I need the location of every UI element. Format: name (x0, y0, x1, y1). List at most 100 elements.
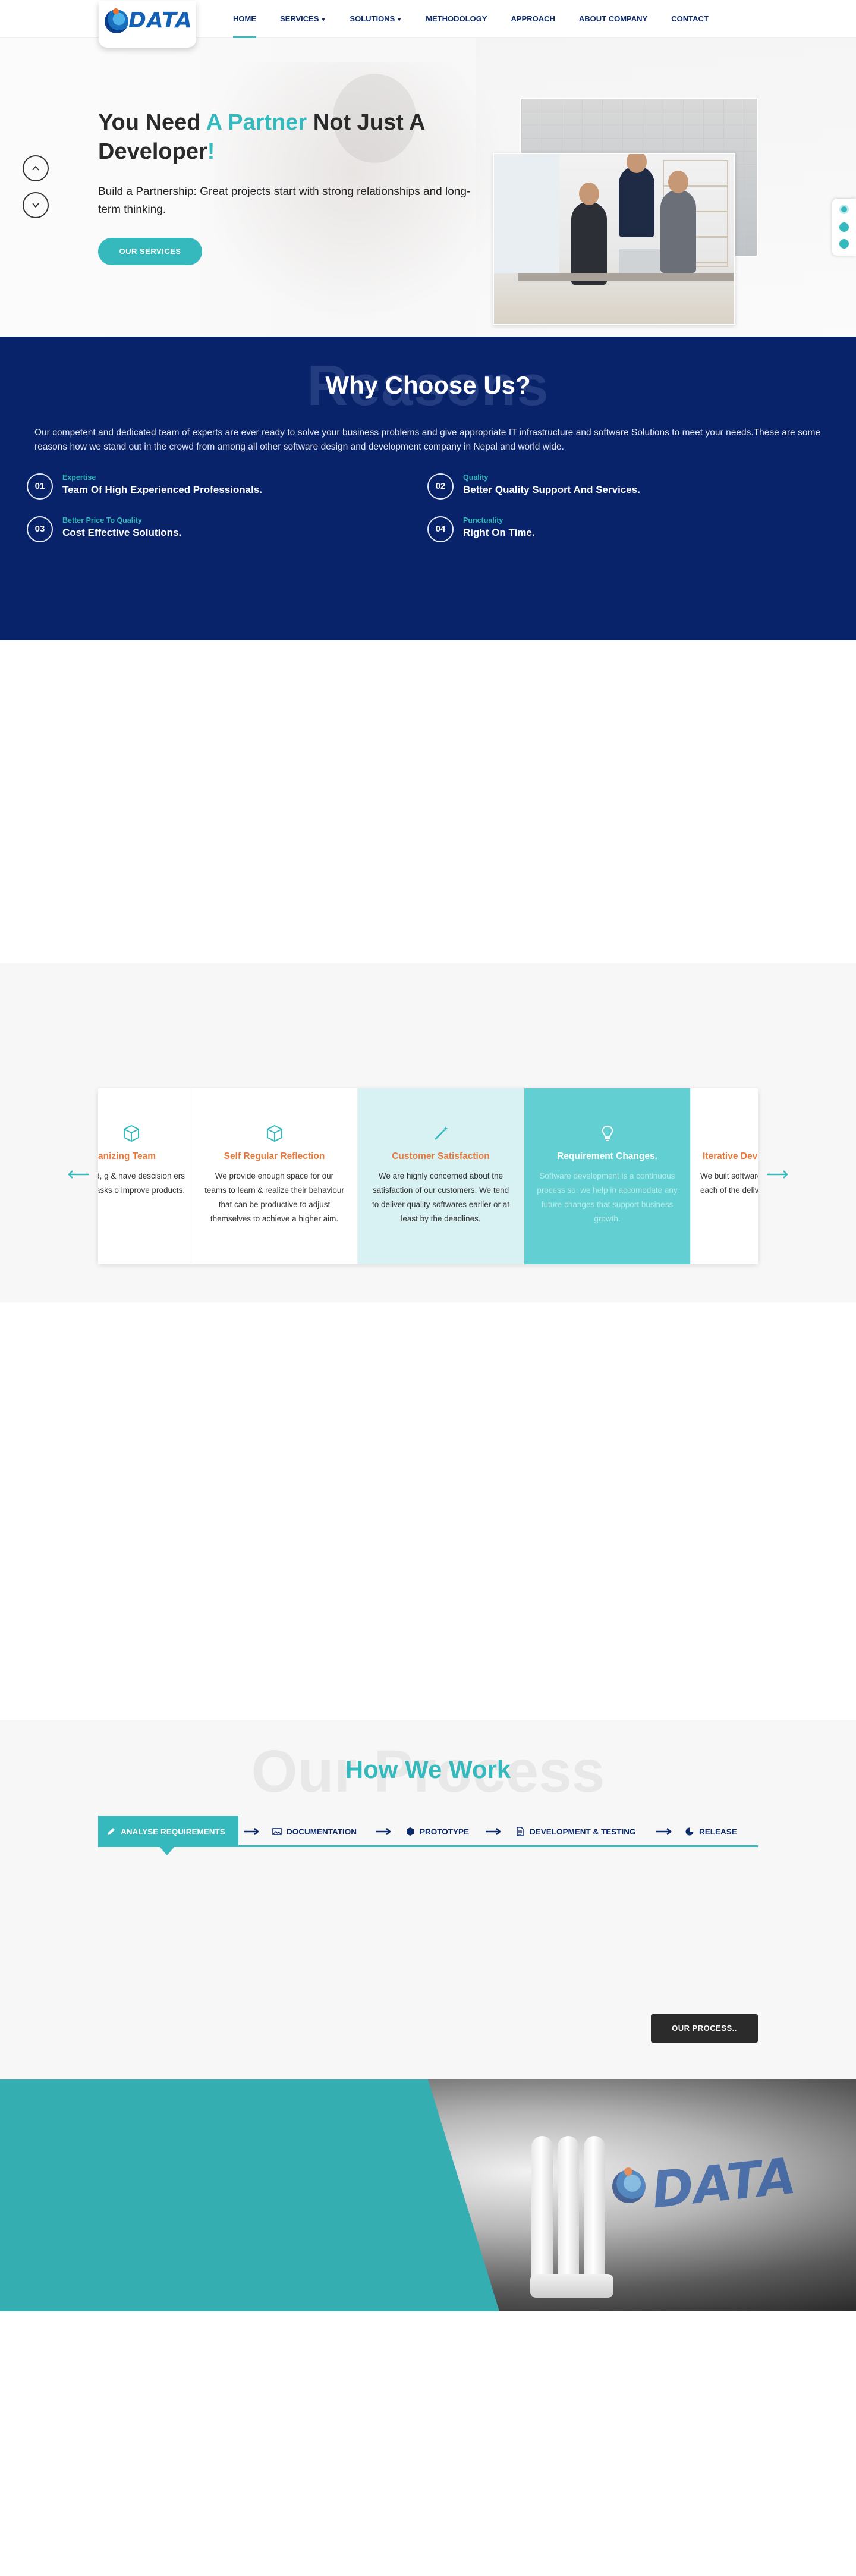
principle-desc: s who are disciplined, g & have descisio… (98, 1171, 185, 1195)
slider-prev-button[interactable] (23, 155, 49, 181)
photo-person (619, 166, 654, 237)
nav-about-company[interactable]: ABOUT COMPANY (579, 0, 647, 38)
photo-head (668, 171, 688, 193)
slide-dot[interactable] (839, 239, 849, 249)
nav-approach[interactable]: APPROACH (511, 0, 555, 38)
photo-head (579, 183, 599, 205)
carousel-next-arrow[interactable] (766, 1168, 789, 1180)
tab-development-testing[interactable]: DEVELOPMENT & TESTING (515, 1816, 636, 1847)
magic-wand-icon (358, 1124, 524, 1144)
tab-label: PROTOTYPE (420, 1827, 470, 1836)
nav-methodology-label: METHODOLOGY (426, 14, 487, 23)
hero-subtitle: Build a Partnership: Great projects star… (98, 186, 471, 216)
arrow-right-icon (244, 1828, 259, 1835)
nav-solutions[interactable]: SOLUTIONS ▼ (350, 0, 402, 38)
photo-person (571, 202, 607, 285)
bulb-base (530, 2274, 613, 2298)
principle-card: Self Regular Reflection We provide enoug… (191, 1088, 358, 1264)
image-icon (272, 1828, 282, 1835)
why-choose-section: Reasons Why Choose Us? Our competent and… (0, 337, 856, 640)
reason-number: 02 (427, 473, 454, 500)
reason-item: 02 Quality Better Quality Support And Se… (427, 473, 784, 502)
arrow-right-icon (376, 1828, 391, 1835)
principle-card: anizing Team s who are disciplined, g & … (98, 1088, 191, 1264)
nav-services-label: SERVICES (280, 14, 319, 23)
logo-swirl-icon (105, 8, 128, 33)
principle-title: Iterative Dev (703, 1151, 758, 1161)
caret-down-icon: ▼ (320, 17, 326, 23)
reason-item: 04 Punctuality Right On Time. (427, 516, 784, 545)
nav-about-label: ABOUT COMPANY (578, 14, 648, 23)
arrow-right-icon (486, 1828, 501, 1835)
carousel-prev-arrow[interactable] (67, 1168, 90, 1180)
nav-home[interactable]: HOME (233, 0, 256, 38)
our-process-button[interactable]: OUR PROCESS.. (651, 2014, 758, 2043)
process-section: Our Process How We Work ANALYSE REQUIREM… (0, 1720, 856, 2079)
lightbulb-icon (524, 1124, 690, 1144)
tab-release[interactable]: RELEASE (685, 1816, 737, 1847)
principle-card: Customer Satisfaction We are highly conc… (358, 1088, 524, 1264)
slide-dot[interactable] (839, 222, 849, 232)
principle-desc: We built software on customer's p each o… (700, 1171, 758, 1195)
document-icon (517, 1827, 524, 1836)
chevron-down-icon (32, 203, 39, 208)
principles-section: anizing Team s who are disciplined, g & … (0, 963, 856, 1302)
reason-title: Cost Effective Solutions. (62, 527, 182, 538)
photo-laptop (619, 249, 660, 275)
photo-desk (518, 273, 734, 281)
arrow-left-icon (68, 1170, 89, 1179)
reason-number: 03 (27, 516, 53, 542)
arrow-right-icon (767, 1170, 788, 1179)
tab-prototype[interactable]: PROTOTYPE (405, 1816, 469, 1847)
cube-icon (191, 1124, 357, 1144)
nav-methodology[interactable]: METHODOLOGY (426, 0, 487, 38)
logo-swirl-icon (612, 2167, 646, 2203)
tab-label: ANALYSE REQUIREMENTS (121, 1827, 225, 1836)
bulb-tube (558, 2136, 579, 2279)
pencil-icon (108, 1828, 115, 1835)
process-tabs: ANALYSE REQUIREMENTS DOCUMENTATION PROTO… (98, 1816, 758, 1855)
reason-item: 01 Expertise Team Of High Experienced Pr… (27, 473, 383, 502)
nav-services[interactable]: SERVICES ▼ (280, 0, 326, 38)
reason-kicker: Quality (463, 473, 489, 482)
hero-title-accent: A Partner (206, 110, 307, 135)
page: DATA HOME SERVICES ▼ SOLUTIONS ▼ METHODOLO… (0, 0, 856, 2576)
photo-person (660, 190, 696, 273)
section-title: How We Work (345, 1755, 511, 1783)
tab-analyse-requirements[interactable]: ANALYSE REQUIREMENTS (98, 1816, 238, 1855)
nav-contact[interactable]: CONTACT (671, 0, 709, 38)
slider-next-button[interactable] (23, 192, 49, 218)
slide-dot[interactable] (839, 205, 849, 214)
main-menu: HOME SERVICES ▼ SOLUTIONS ▼ METHODOLOGY AP… (233, 0, 732, 38)
tab-label: DEVELOPMENT & TESTING (530, 1827, 636, 1836)
banner-teal-panel (0, 2079, 499, 2311)
principle-desc: Software development is a continuous pro… (537, 1171, 678, 1223)
reason-number: 04 (427, 516, 454, 542)
principle-title: anizing Team (98, 1151, 156, 1161)
tab-documentation[interactable]: DOCUMENTATION (272, 1816, 357, 1847)
hero-photo-team (493, 153, 735, 325)
company-logo[interactable]: DATA (99, 1, 196, 48)
tab-label: RELEASE (699, 1827, 737, 1836)
caret-down-icon: ▼ (396, 17, 402, 23)
logo-text: DATA (128, 8, 193, 33)
hero-slider: You Need A Partner Not Just A Developer!… (0, 38, 856, 337)
principle-card: Requirement Changes. Software developmen… (524, 1088, 691, 1264)
reason-kicker: Better Price To Quality (62, 516, 142, 524)
hero-title-end: ! (207, 139, 215, 164)
principle-card: Iterative Dev We built software on custo… (691, 1088, 758, 1264)
top-navbar: DATA HOME SERVICES ▼ SOLUTIONS ▼ METHODOLO… (0, 0, 856, 48)
hero-title: You Need A Partner Not Just A Developer! (98, 108, 484, 167)
slide-indicators (832, 199, 856, 256)
cube-icon (98, 1124, 191, 1144)
reason-kicker: Punctuality (463, 516, 503, 524)
photo-window (494, 154, 559, 273)
reason-item: 03 Better Price To Quality Cost Effectiv… (27, 516, 383, 545)
reason-title: Right On Time. (463, 527, 535, 538)
nav-contact-label: CONTACT (671, 14, 709, 23)
principle-title: Self Regular Reflection (224, 1151, 325, 1161)
hero-title-part1: You Need (98, 110, 206, 135)
principle-title: Requirement Changes. (557, 1151, 657, 1161)
our-services-button[interactable]: OUR SERVICES (98, 238, 202, 265)
lightbulb-image (528, 2136, 617, 2298)
